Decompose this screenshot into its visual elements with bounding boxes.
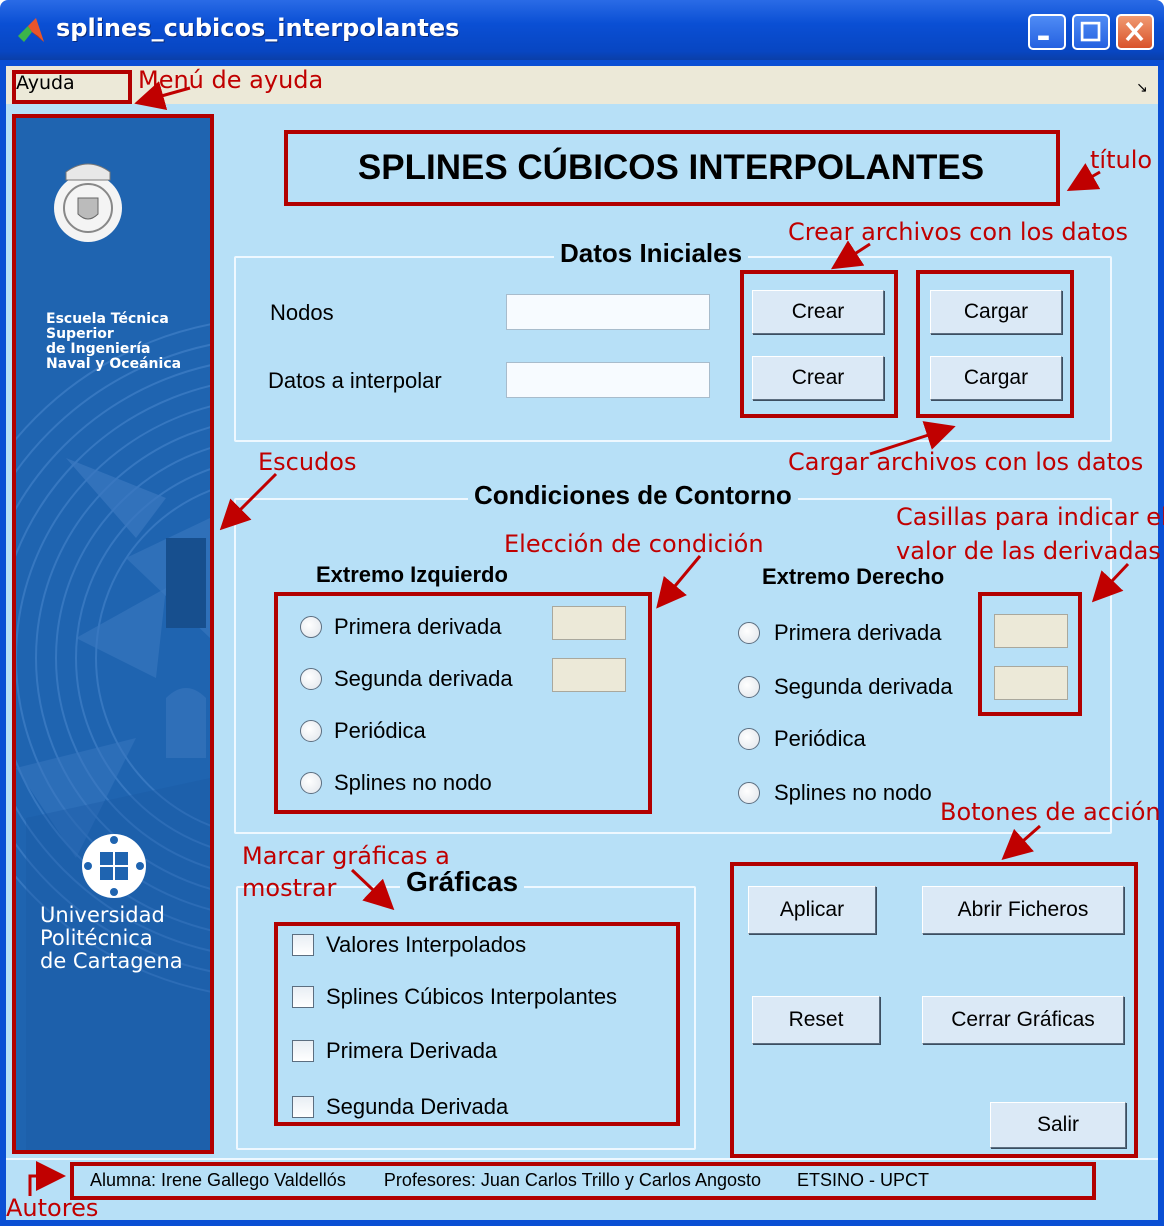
nodos-label: Nodos — [270, 300, 334, 325]
der-nonodo-label: Splines no nodo — [774, 780, 932, 805]
escudos-annotation: Escudos — [258, 448, 357, 476]
condiciones-heading: Condiciones de Contorno — [468, 480, 798, 511]
datos-interpolar-label: Datos a interpolar — [268, 368, 442, 393]
crear-annotation-box — [740, 270, 898, 418]
matlab-icon — [18, 18, 44, 42]
der-periodica-radio[interactable] — [738, 728, 760, 750]
casillas-annotation: Casillas para indicar el valor de las der… — [896, 503, 1164, 565]
der-primera-radio[interactable] — [738, 622, 760, 644]
datos-interpolar-input[interactable] — [506, 362, 710, 398]
eleccion-annotation-box — [274, 592, 652, 814]
title-annotation-box — [284, 130, 1060, 206]
casillas-annotation-box — [978, 592, 1082, 716]
titulo-annotation: título — [1090, 146, 1153, 174]
botones-annotation-box — [730, 862, 1138, 1158]
eleccion-annotation: Elección de condición — [504, 530, 764, 558]
footer-divider — [6, 1158, 1158, 1160]
der-primera-label: Primera derivada — [774, 620, 942, 645]
graficas-annotation-box — [274, 922, 680, 1126]
cargar-annotation-box — [916, 270, 1074, 418]
minimize-button[interactable] — [1028, 14, 1066, 50]
crear-annotation: Crear archivos con los datos — [788, 218, 1128, 246]
der-nonodo-radio[interactable] — [738, 782, 760, 804]
maximize-button[interactable] — [1072, 14, 1110, 50]
marcar-annotation: Marcar gráficas a mostrar — [242, 842, 450, 902]
menu-annotation: Menú de ayuda — [138, 66, 324, 94]
dock-arrow-icon[interactable]: ↘ — [1136, 80, 1148, 96]
close-button[interactable] — [1116, 14, 1154, 50]
shields-annotation-box — [12, 114, 214, 1154]
extremo-izquierdo-heading: Extremo Izquierdo — [316, 562, 508, 587]
window-title: splines_cubicos_interpolantes — [56, 14, 460, 42]
der-segunda-radio[interactable] — [738, 676, 760, 698]
botones-annotation: Botones de acción — [940, 798, 1161, 826]
autores-annotation-box — [70, 1162, 1096, 1200]
cargar-annotation: Cargar archivos con los datos — [788, 448, 1144, 476]
autores-annotation: Autores — [6, 1194, 99, 1222]
der-segunda-label: Segunda derivada — [774, 674, 953, 699]
der-periodica-label: Periódica — [774, 726, 866, 751]
datos-iniciales-heading: Datos Iniciales — [554, 238, 749, 269]
nodos-input[interactable] — [506, 294, 710, 330]
menu-annotation-box — [12, 70, 132, 104]
